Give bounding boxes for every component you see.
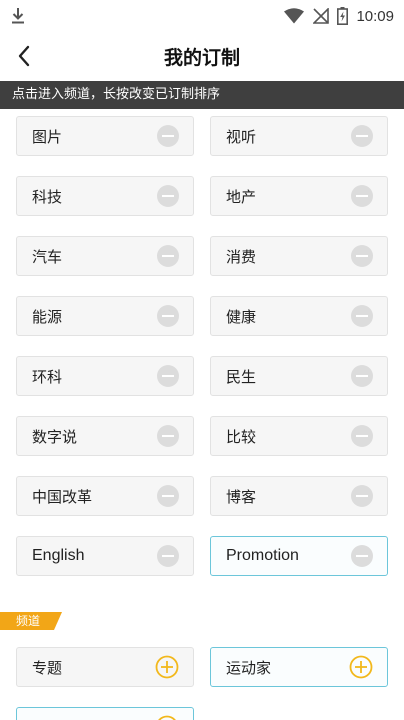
channel-chip-科技[interactable]: 科技	[16, 176, 194, 216]
remove-icon[interactable]	[351, 485, 373, 507]
channel-chip-比较[interactable]: 比较	[210, 416, 388, 456]
channel-label: 博客	[226, 487, 257, 506]
channel-label: 科技	[32, 187, 63, 206]
page-title: 我的订制	[163, 46, 240, 69]
remove-icon[interactable]	[157, 125, 179, 147]
channel-chip-民生[interactable]: 民生	[210, 356, 388, 396]
back-button[interactable]	[8, 40, 40, 72]
channel-chip-能源[interactable]: 能源	[16, 296, 194, 336]
channel-label: Promotion	[226, 547, 299, 564]
remove-icon[interactable]	[351, 365, 373, 387]
channel-label: 健康	[226, 307, 257, 326]
channel-label: 环科	[32, 367, 63, 386]
add-icon[interactable]	[155, 715, 179, 720]
add-icon[interactable]	[349, 655, 373, 679]
section-tag-channels: 频道	[0, 612, 62, 630]
channel-label: 数字说	[32, 427, 78, 446]
status-time: 10:09	[356, 7, 394, 25]
chevron-left-icon	[18, 45, 30, 67]
header: 我的订制	[0, 32, 404, 80]
remove-icon[interactable]	[157, 245, 179, 267]
channel-label: 专题	[32, 658, 63, 677]
available-channel-grid: 专题 运动家	[16, 647, 388, 720]
channel-chip-english[interactable]: English	[16, 536, 194, 576]
section-tag-label: 频道	[16, 614, 41, 628]
channel-chip-视听[interactable]: 视听	[210, 116, 388, 156]
remove-icon[interactable]	[157, 185, 179, 207]
status-bar: 10:09	[0, 0, 404, 32]
channel-chip-中国改革[interactable]: 中国改革	[16, 476, 194, 516]
channel-chip-健康[interactable]: 健康	[210, 296, 388, 336]
battery-icon	[337, 7, 349, 25]
hint-bar: 点击进入频道，长按改变已订制排序	[0, 81, 404, 109]
download-icon	[12, 8, 24, 24]
channel-label: 消费	[226, 247, 257, 266]
channel-chip-汽车[interactable]: 汽车	[16, 236, 194, 276]
remove-icon[interactable]	[157, 365, 179, 387]
remove-icon[interactable]	[351, 305, 373, 327]
remove-icon[interactable]	[157, 485, 179, 507]
channel-label: 中国改革	[32, 487, 93, 506]
channel-chip-消费[interactable]: 消费	[210, 236, 388, 276]
channel-chip-运动家[interactable]: 运动家	[210, 647, 388, 687]
remove-icon[interactable]	[157, 545, 179, 567]
remove-icon[interactable]	[157, 425, 179, 447]
channel-chip-地产[interactable]: 地产	[210, 176, 388, 216]
wifi-icon	[284, 8, 305, 24]
remove-icon[interactable]	[351, 545, 373, 567]
remove-icon[interactable]	[351, 185, 373, 207]
channel-chip-数字说[interactable]: 数字说	[16, 416, 194, 456]
channel-chip-partial[interactable]	[16, 707, 194, 720]
channel-chip-专题[interactable]: 专题	[16, 647, 194, 687]
channel-label: 比较	[226, 427, 257, 446]
remove-icon[interactable]	[157, 305, 179, 327]
channel-chip-环科[interactable]: 环科	[16, 356, 194, 396]
channel-label: 汽车	[32, 247, 63, 266]
channel-label: 视听	[226, 127, 257, 146]
subscribed-channel-grid: 图片 视听 科技 地产 汽车 消费 能源 健康 环科 民生 数字说 比较 中国改…	[16, 116, 388, 576]
channel-chip-promotion[interactable]: Promotion	[210, 536, 388, 576]
channel-label: 运动家	[226, 658, 272, 677]
no-signal-icon	[313, 8, 330, 24]
channel-label: 图片	[32, 127, 63, 146]
add-icon[interactable]	[155, 655, 179, 679]
channel-label: 民生	[226, 367, 257, 386]
channel-chip-图片[interactable]: 图片	[16, 116, 194, 156]
channel-label: 地产	[226, 187, 257, 206]
remove-icon[interactable]	[351, 425, 373, 447]
channel-label: English	[32, 547, 85, 564]
remove-icon[interactable]	[351, 125, 373, 147]
channel-label: 能源	[32, 307, 63, 326]
channel-chip-博客[interactable]: 博客	[210, 476, 388, 516]
remove-icon[interactable]	[351, 245, 373, 267]
